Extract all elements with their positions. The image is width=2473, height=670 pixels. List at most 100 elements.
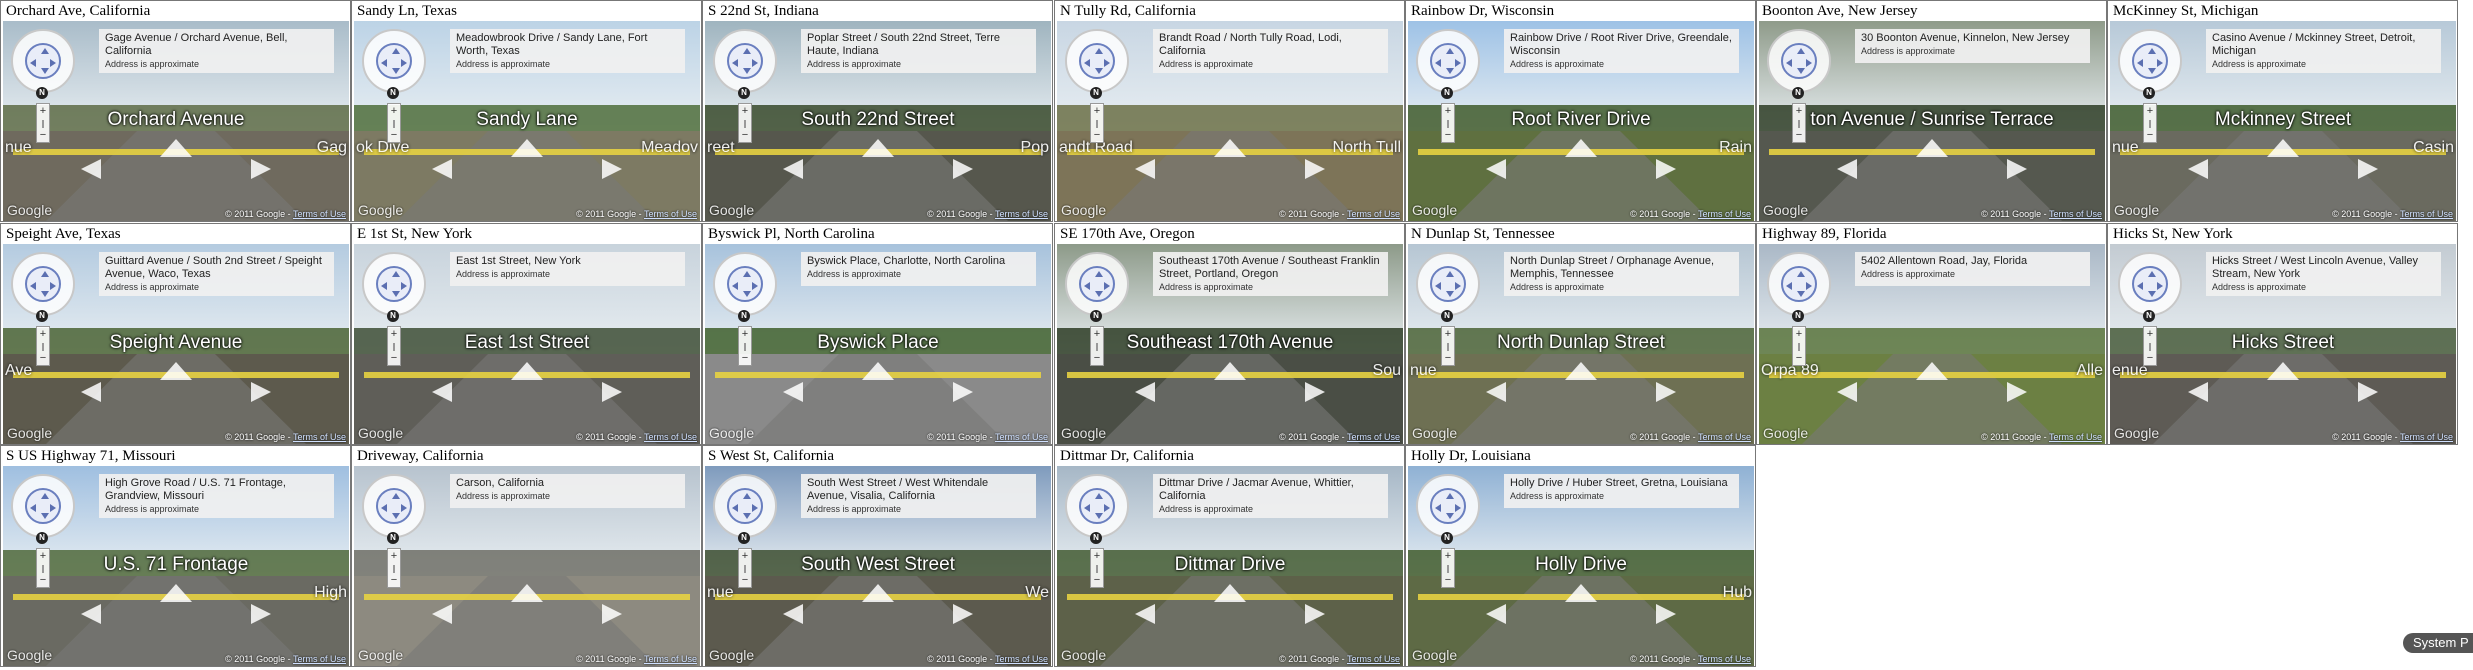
- move-forward-arrow[interactable]: [1565, 362, 1597, 380]
- zoom-in-button[interactable]: +: [739, 327, 751, 341]
- move-forward-arrow[interactable]: [1916, 362, 1948, 380]
- move-left-arrow[interactable]: [432, 159, 452, 179]
- pan-up-icon[interactable]: [1446, 271, 1454, 277]
- streetview-panorama[interactable]: Orchard Avenue Gag nue N + − Gage Avenue…: [3, 21, 349, 221]
- terms-of-use-link[interactable]: Terms of Use: [1347, 432, 1400, 442]
- zoom-in-button[interactable]: +: [388, 549, 400, 563]
- streetview-panorama[interactable]: South West Street We nue N + − South Wes…: [705, 466, 1051, 666]
- streetview-panorama[interactable]: Sandy Lane Meadov ok Dive N + − Meadowbr…: [354, 21, 700, 221]
- move-right-arrow[interactable]: [1656, 604, 1676, 624]
- zoom-slider-icon[interactable]: [393, 343, 395, 351]
- pan-control[interactable]: [713, 252, 777, 316]
- side-street-label[interactable]: Alle: [2076, 362, 2103, 380]
- move-left-arrow[interactable]: [1837, 159, 1857, 179]
- move-left-arrow[interactable]: [432, 604, 452, 624]
- side-street-label-left[interactable]: nue: [707, 584, 734, 602]
- pan-right-icon[interactable]: [50, 282, 56, 290]
- streetview-panorama[interactable]: ton Avenue / Sunrise Terrace N + − 30 Bo…: [1759, 21, 2105, 221]
- street-label[interactable]: North Dunlap Street: [1497, 332, 1665, 354]
- move-right-arrow[interactable]: [1305, 159, 1325, 179]
- pan-up-icon[interactable]: [1446, 48, 1454, 54]
- move-forward-arrow[interactable]: [511, 584, 543, 602]
- pan-right-icon[interactable]: [1104, 282, 1110, 290]
- terms-of-use-link[interactable]: Terms of Use: [293, 432, 346, 442]
- zoom-in-button[interactable]: +: [739, 104, 751, 118]
- zoom-in-button[interactable]: +: [1793, 104, 1805, 118]
- pan-up-icon[interactable]: [392, 48, 400, 54]
- pan-down-icon[interactable]: [392, 68, 400, 74]
- terms-of-use-link[interactable]: Terms of Use: [995, 654, 1048, 664]
- side-street-label-left[interactable]: Ave: [5, 362, 32, 380]
- streetview-panorama[interactable]: North Dunlap Street nue N + − North Dunl…: [1408, 244, 1754, 444]
- zoom-slider-icon[interactable]: [42, 565, 44, 573]
- move-left-arrow[interactable]: [783, 159, 803, 179]
- zoom-out-button[interactable]: −: [739, 128, 751, 142]
- zoom-slider-icon[interactable]: [1798, 120, 1800, 128]
- pan-left-icon[interactable]: [732, 59, 738, 67]
- pan-left-icon[interactable]: [1786, 59, 1792, 67]
- streetview-panorama[interactable]: N + − Carson, California Address is appr…: [354, 466, 700, 666]
- pan-right-icon[interactable]: [1104, 504, 1110, 512]
- pan-right-icon[interactable]: [1104, 59, 1110, 67]
- pan-up-icon[interactable]: [1797, 48, 1805, 54]
- street-label[interactable]: East 1st Street: [465, 332, 590, 354]
- zoom-out-button[interactable]: −: [37, 128, 49, 142]
- google-logo[interactable]: Google: [1412, 202, 1457, 218]
- pan-control[interactable]: [11, 252, 75, 316]
- pan-down-icon[interactable]: [1095, 513, 1103, 519]
- pan-up-icon[interactable]: [743, 493, 751, 499]
- pan-right-icon[interactable]: [752, 282, 758, 290]
- zoom-out-button[interactable]: −: [1442, 128, 1454, 142]
- streetview-panorama[interactable]: Dittmar Drive N + − Dittmar Drive / Jacm…: [1057, 466, 1403, 666]
- google-logo[interactable]: Google: [7, 647, 52, 663]
- street-label[interactable]: ton Avenue / Sunrise Terrace: [1810, 109, 2053, 131]
- street-label[interactable]: Mckinney Street: [2215, 109, 2351, 131]
- pan-down-icon[interactable]: [41, 68, 49, 74]
- streetview-panorama[interactable]: U.S. 71 Frontage High N + − High Grove R…: [3, 466, 349, 666]
- side-street-label[interactable]: Hub: [1723, 584, 1752, 602]
- pan-right-icon[interactable]: [50, 59, 56, 67]
- zoom-out-button[interactable]: −: [739, 573, 751, 587]
- move-right-arrow[interactable]: [953, 159, 973, 179]
- move-left-arrow[interactable]: [1486, 382, 1506, 402]
- side-street-label[interactable]: North Tull: [1333, 139, 1401, 157]
- google-logo[interactable]: Google: [1763, 202, 1808, 218]
- pan-control[interactable]: [1416, 29, 1480, 93]
- pan-left-icon[interactable]: [1435, 504, 1441, 512]
- zoom-out-button[interactable]: −: [1793, 128, 1805, 142]
- zoom-slider-icon[interactable]: [393, 120, 395, 128]
- side-street-label-left[interactable]: nue: [5, 139, 32, 157]
- pan-control[interactable]: [1065, 29, 1129, 93]
- move-forward-arrow[interactable]: [511, 139, 543, 157]
- side-street-label[interactable]: High: [314, 584, 347, 602]
- street-label[interactable]: Speight Avenue: [110, 332, 243, 354]
- pan-up-icon[interactable]: [1095, 48, 1103, 54]
- pan-down-icon[interactable]: [1095, 291, 1103, 297]
- zoom-slider-icon[interactable]: [1447, 565, 1449, 573]
- move-forward-arrow[interactable]: [1214, 362, 1246, 380]
- google-logo[interactable]: Google: [1061, 202, 1106, 218]
- streetview-panorama[interactable]: East 1st Street N + − East 1st Street, N…: [354, 244, 700, 444]
- zoom-slider-icon[interactable]: [1096, 120, 1098, 128]
- zoom-slider-icon[interactable]: [1447, 120, 1449, 128]
- pan-down-icon[interactable]: [392, 513, 400, 519]
- pan-down-icon[interactable]: [743, 68, 751, 74]
- streetview-panorama[interactable]: Speight Avenue Ave N + − Guittard Avenue…: [3, 244, 349, 444]
- side-street-label[interactable]: Sou: [1373, 362, 1401, 380]
- pan-control[interactable]: [713, 29, 777, 93]
- zoom-out-button[interactable]: −: [1442, 573, 1454, 587]
- move-left-arrow[interactable]: [783, 604, 803, 624]
- zoom-slider-icon[interactable]: [1096, 565, 1098, 573]
- street-label[interactable]: Hicks Street: [2232, 332, 2334, 354]
- pan-control[interactable]: [1065, 474, 1129, 538]
- zoom-in-button[interactable]: +: [1091, 549, 1103, 563]
- google-logo[interactable]: Google: [1061, 647, 1106, 663]
- system-preferences-button[interactable]: System P: [2403, 633, 2473, 653]
- pan-right-icon[interactable]: [1806, 282, 1812, 290]
- move-forward-arrow[interactable]: [1565, 139, 1597, 157]
- pan-right-icon[interactable]: [401, 504, 407, 512]
- zoom-slider-icon[interactable]: [1096, 343, 1098, 351]
- terms-of-use-link[interactable]: Terms of Use: [1698, 432, 1751, 442]
- streetview-panorama[interactable]: Byswick Place N + − Byswick Place, Charl…: [705, 244, 1051, 444]
- zoom-out-button[interactable]: −: [388, 573, 400, 587]
